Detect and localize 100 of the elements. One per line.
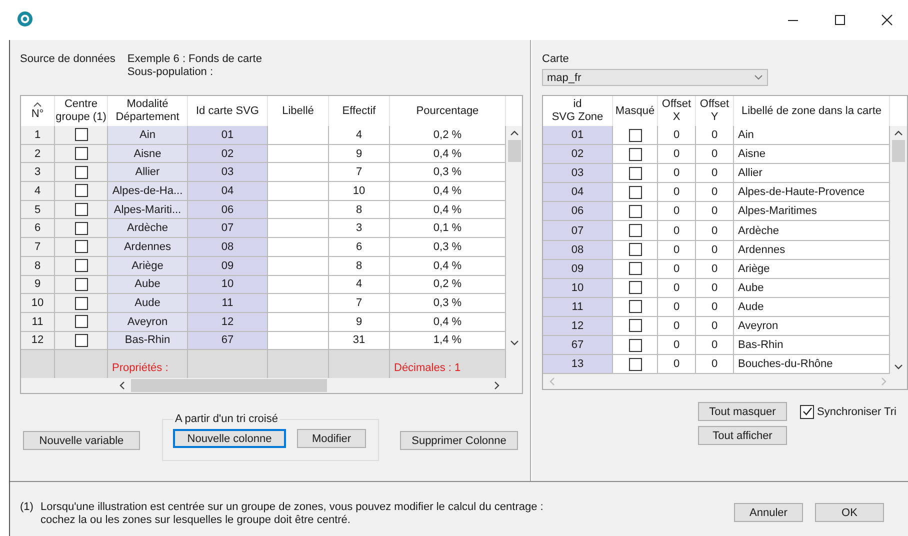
table-cell: 0 [696, 278, 734, 298]
header-text: N° [31, 108, 44, 120]
checkbox[interactable] [628, 300, 642, 314]
table-cell: 0 [696, 183, 734, 202]
dropdown-caret-icon [754, 75, 763, 80]
row-number: 8 [21, 256, 55, 276]
button[interactable]: Tout afficher [698, 426, 787, 446]
checkbox[interactable] [628, 358, 642, 371]
table-cell: 7 [329, 163, 390, 182]
button[interactable]: Tout masquer [698, 402, 787, 422]
vertical-scrollbar[interactable] [506, 126, 522, 350]
table-cell: 0 [696, 221, 734, 241]
table-cell: 0 [658, 183, 696, 202]
button[interactable]: Supprimer Colonne [400, 431, 518, 450]
row-number: 11 [21, 312, 55, 332]
table-cell: 10 [329, 182, 390, 201]
table-cell: 67 [188, 332, 268, 350]
table-cell: Aude [108, 294, 188, 313]
checkmark-icon [802, 406, 812, 418]
checkbox[interactable] [628, 262, 642, 276]
vertical-scrollbar[interactable] [890, 126, 907, 374]
footnote-text: Lorsqu'une illustration est centrée sur un groupe de zones, vous pouvez modifier le calcul du centrage : cochez la ou les zones sur lesquelles le groupe doit être centré. [40, 501, 544, 527]
checkbox[interactable] [628, 204, 642, 218]
checkbox[interactable] [628, 166, 642, 180]
table-cell: 0 [696, 126, 734, 146]
horizontal-scrollbar[interactable] [543, 374, 907, 390]
table-cell: 6 [329, 238, 390, 257]
sync-checkbox[interactable] [800, 404, 814, 419]
table-cell: Bas-Rhin [108, 332, 188, 350]
table-cell: 08 [188, 238, 268, 257]
horizontal-scrollbar[interactable] [21, 378, 522, 394]
checkbox[interactable] [74, 296, 88, 310]
table-cell: 0 [658, 126, 696, 146]
table-cell: Alpes-de-Ha... [108, 182, 188, 201]
checkbox[interactable] [74, 240, 88, 254]
scroll-left-icon [119, 381, 125, 390]
table-cell: Ardèche [108, 219, 188, 238]
checkbox[interactable] [74, 128, 88, 142]
table-cell: 09 [543, 260, 613, 279]
button[interactable]: Nouvelle colonne [173, 429, 286, 448]
checkbox[interactable] [74, 184, 88, 198]
table-cell: 01 [188, 126, 268, 145]
close-icon[interactable] [881, 14, 893, 26]
column-header[interactable]: Offset Y [696, 96, 734, 126]
group-title: A partir d'un tri croisé [173, 413, 280, 426]
table-cell: 03 [188, 163, 268, 182]
row-number: 5 [21, 200, 55, 220]
scrollbar-thumb[interactable] [508, 140, 520, 162]
map-dropdown[interactable]: map_fr [542, 69, 768, 86]
checkbox[interactable] [74, 203, 88, 216]
scroll-down-icon [510, 340, 518, 346]
checkbox[interactable] [74, 278, 88, 291]
row-number: 10 [21, 294, 55, 313]
checkbox[interactable] [628, 243, 642, 256]
checkbox[interactable] [628, 186, 642, 199]
checkbox[interactable] [628, 148, 642, 161]
button[interactable]: Modifier [297, 429, 366, 448]
table-cell: 06 [543, 202, 613, 222]
maximize-icon[interactable] [834, 14, 846, 26]
row-number: 7 [21, 238, 55, 257]
scroll-up-icon [510, 130, 518, 136]
checkbox[interactable] [628, 128, 642, 142]
button[interactable]: Nouvelle variable [23, 431, 140, 450]
checkbox[interactable] [74, 315, 88, 328]
table-cell: Ariège [108, 256, 188, 276]
table-cell: 08 [543, 240, 613, 260]
column-header[interactable]: Masqué [613, 96, 658, 126]
footnote-mark: (1) [20, 501, 34, 513]
subpopulation-label: Sous-population : [127, 66, 214, 78]
checkbox[interactable] [628, 338, 642, 352]
checkbox[interactable] [74, 166, 88, 179]
column-header[interactable]: Effectif [329, 96, 390, 126]
table-cell: 8 [329, 200, 390, 220]
table-cell: Ain [108, 126, 188, 145]
table-cell: 0 [696, 316, 734, 336]
checkbox[interactable] [74, 259, 88, 272]
column-header[interactable]: Libellé de zone dans la carte [734, 96, 890, 126]
column-header[interactable]: Offset X [658, 96, 696, 126]
checkbox[interactable] [74, 334, 88, 347]
checkbox[interactable] [628, 224, 642, 238]
table-cell: 12 [543, 316, 613, 336]
table-cell: 0 [658, 298, 696, 317]
table-cell: 01 [543, 126, 613, 146]
scrollbar-thumb[interactable] [131, 379, 327, 392]
scrollbar-thumb[interactable] [892, 140, 905, 162]
table-cell: 0 [658, 240, 696, 260]
checkbox[interactable] [628, 281, 642, 294]
source-value: Exemple 6 : Fonds de carte [127, 53, 262, 65]
table-cell: 02 [188, 144, 268, 164]
column-header[interactable]: Pourcentage [390, 96, 506, 126]
table-cell: 0 [658, 316, 696, 336]
checkbox[interactable] [628, 319, 642, 332]
scroll-up-icon [894, 130, 903, 136]
table-cell: 7 [329, 294, 390, 313]
button[interactable]: OK [815, 503, 884, 522]
button[interactable]: Annuler [734, 503, 803, 522]
column-header[interactable]: Libellé [268, 96, 329, 126]
checkbox[interactable] [74, 147, 88, 160]
map-label: Carte [542, 53, 570, 65]
checkbox[interactable] [74, 222, 88, 235]
